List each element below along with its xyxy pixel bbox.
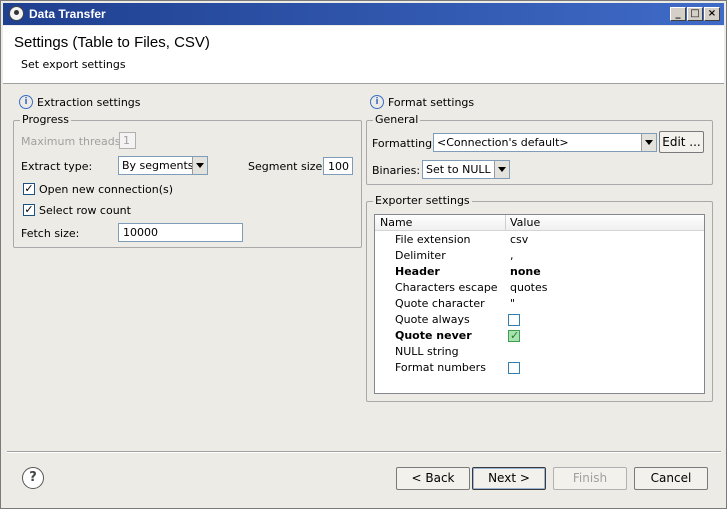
binaries-label: Binaries: [372,164,421,177]
title-bar[interactable]: Data Transfer _ □ × [3,3,724,25]
property-name: Delimiter [395,249,446,262]
max-threads-field[interactable]: 1 [119,132,136,149]
property-name: File extension [395,233,471,246]
dialog-window: Data Transfer _ □ × Settings (Table to F… [0,0,727,509]
table-row[interactable]: Quote never [375,328,704,344]
fetch-size-label: Fetch size: [21,227,80,240]
property-value[interactable]: csv [510,233,528,246]
property-name: Quote never [395,329,472,342]
table-row[interactable]: NULL string [375,344,704,360]
binaries-value: Set to NULL [426,163,491,176]
exporter-legend: Exporter settings [373,194,472,207]
back-button[interactable]: < Back [396,467,470,490]
general-legend: General [373,113,421,126]
format-numbers-checkbox[interactable] [508,362,520,374]
chevron-down-icon[interactable] [494,161,509,178]
help-icon[interactable]: ? [22,467,44,489]
property-value[interactable]: quotes [510,281,548,294]
formatting-label: Formatting: [372,137,436,150]
property-value[interactable]: , [510,249,514,262]
fetch-size-field[interactable]: 10000 [118,223,243,242]
table-row[interactable]: Format numbers [375,360,704,376]
chevron-down-icon[interactable] [641,134,656,151]
quote-always-checkbox[interactable] [508,314,520,326]
property-name: Quote always [395,313,470,326]
select-row-count-label[interactable]: Select row count [39,204,131,217]
app-icon [9,6,24,21]
property-name: Characters escape [395,281,498,294]
property-value[interactable]: none [510,265,541,278]
select-row-count-checkbox[interactable]: ✓ [23,204,35,216]
property-name: Quote character [395,297,485,310]
progress-legend: Progress [20,113,71,126]
max-threads-label: Maximum threads: [21,135,125,148]
column-header-name[interactable]: Name [380,216,412,229]
extract-type-label: Extract type: [21,160,93,173]
extraction-section-title: Extraction settings [37,96,141,109]
table-row[interactable]: File extension csv [375,232,704,248]
formatting-value: <Connection's default> [437,136,569,149]
format-section-title: Format settings [388,96,475,109]
table-row[interactable]: Header none [375,264,704,280]
maximize-button[interactable]: □ [687,7,703,21]
info-icon: i [19,95,33,109]
segment-size-field[interactable]: 100 [323,157,353,175]
property-value[interactable]: " [510,297,515,310]
table-row[interactable]: Characters escape quotes [375,280,704,296]
column-header-value[interactable]: Value [510,216,540,229]
edit-formatting-button[interactable]: Edit ... [659,131,704,153]
table-row[interactable]: Quote character " [375,296,704,312]
info-icon: i [370,95,384,109]
open-new-connection-label[interactable]: Open new connection(s) [39,183,173,196]
segment-size-label: Segment size: [248,160,327,173]
property-name: NULL string [395,345,459,358]
table-header: Name Value [375,215,704,231]
cancel-button[interactable]: Cancel [634,467,708,490]
minimize-button[interactable]: _ [670,7,686,21]
finish-button[interactable]: Finish [553,467,627,490]
extract-type-select[interactable]: By segments [118,156,208,175]
chevron-down-icon[interactable] [192,157,207,174]
open-new-connection-checkbox[interactable]: ✓ [23,183,35,195]
close-button[interactable]: × [704,7,720,21]
next-button[interactable]: Next > [472,467,546,490]
table-row[interactable]: Quote always [375,312,704,328]
property-name: Format numbers [395,361,486,374]
quote-never-checkbox[interactable] [508,329,520,342]
extract-type-value: By segments [122,159,194,172]
table-row[interactable]: Delimiter , [375,248,704,264]
footer-separator [7,451,721,453]
formatting-select[interactable]: <Connection's default> [433,133,657,152]
property-name: Header [395,265,440,278]
column-divider[interactable] [505,215,506,230]
window-title: Data Transfer [29,7,106,21]
binaries-select[interactable]: Set to NULL [422,160,510,179]
exporter-properties-table[interactable]: Name Value File extension csv Delimiter … [374,214,705,394]
page-title: Settings (Table to Files, CSV) [14,34,210,51]
page-subtitle: Set export settings [21,58,126,71]
wizard-header: Settings (Table to Files, CSV) Set expor… [3,26,724,84]
